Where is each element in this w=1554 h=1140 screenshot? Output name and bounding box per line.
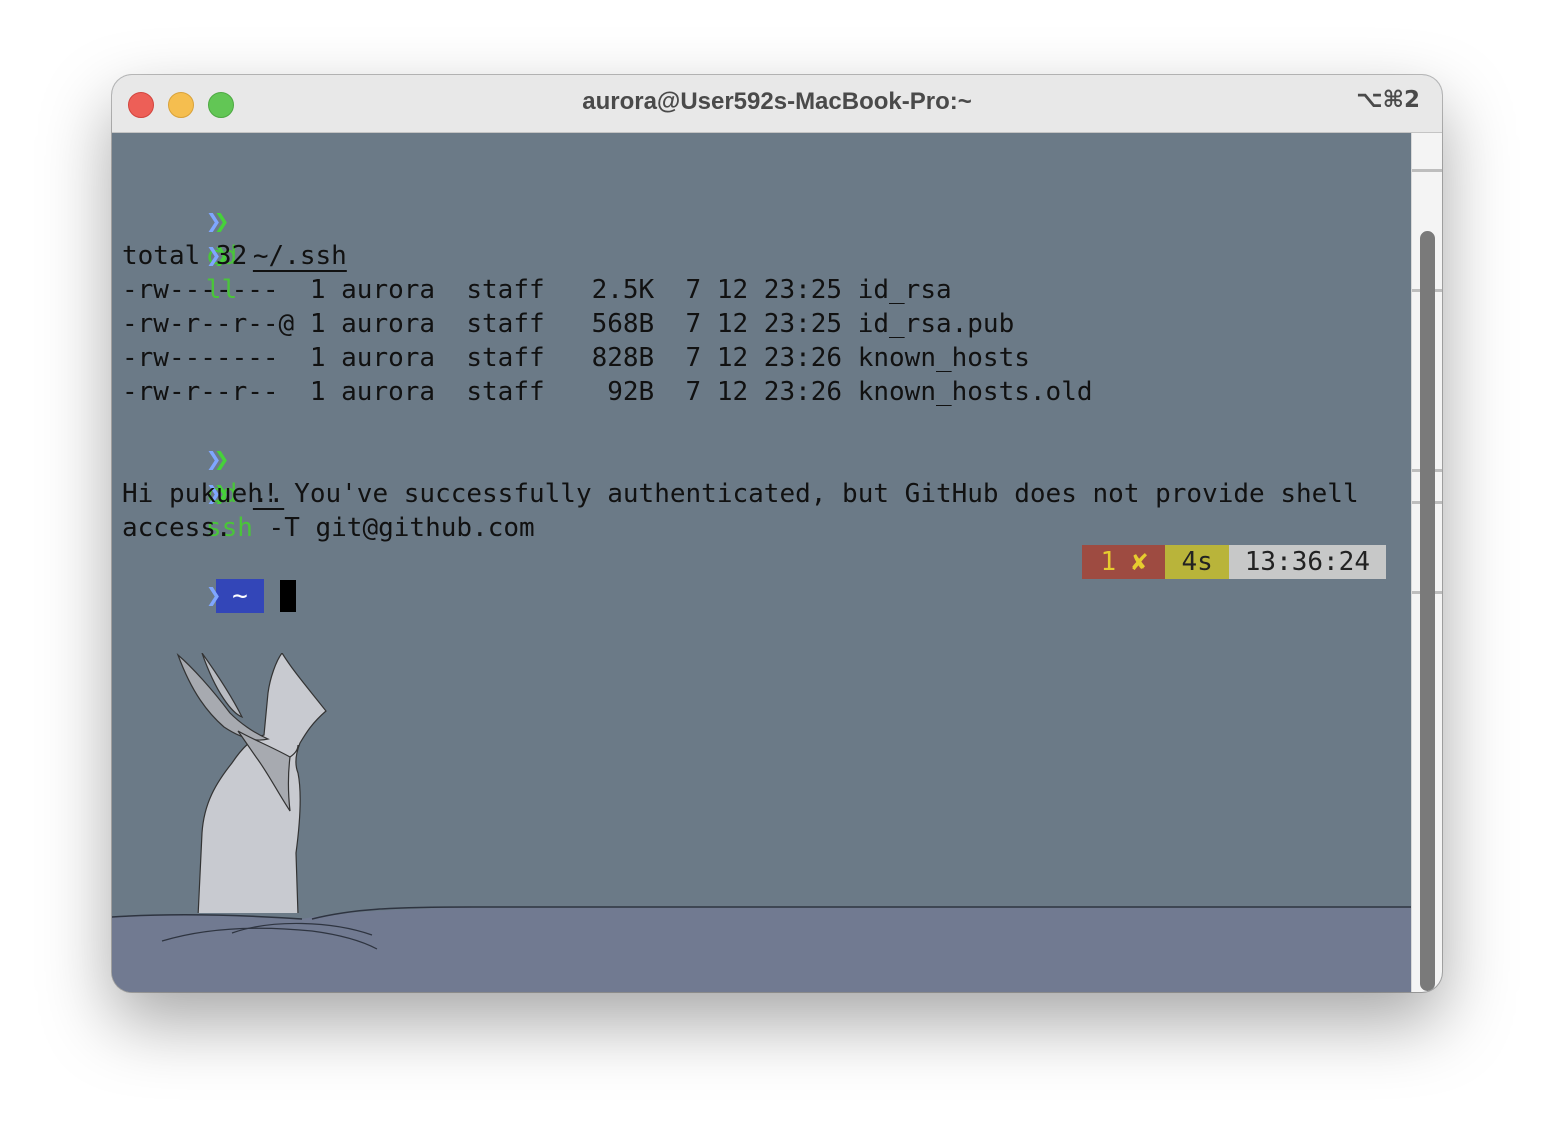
- scroll-mark: [1412, 169, 1442, 172]
- listing-row: -rw-r--r-- 1 aurora staff 92B 7 12 23:26…: [122, 377, 1093, 407]
- listing-row: -rw-r--r--@ 1 aurora staff 568B 7 12 23:…: [122, 309, 1015, 339]
- command-arguments: -T git@github.com: [252, 513, 535, 543]
- prompt-line: ❯ ❯ cd ..: [112, 409, 284, 509]
- duration-segment: 4s: [1165, 545, 1229, 579]
- status-segments: 1 ✘ 4s 13:36:24: [1082, 545, 1386, 579]
- listing-row: -rw------- 1 aurora staff 2.5K 7 12 23:2…: [122, 275, 952, 305]
- output-line: total 32: [122, 241, 248, 271]
- time-segment: 13:36:24: [1228, 545, 1386, 579]
- output-line: Hi pukueh! You've successfully authentic…: [122, 479, 1359, 509]
- terminal-window: aurora@User592s-MacBook-Pro:~ ⌥⌘2 ❯ ❯ cd …: [112, 75, 1442, 992]
- listing-row: -rw------- 1 aurora staff 828B 7 12 23:2…: [122, 343, 1030, 373]
- directory-segment: ~: [215, 579, 264, 613]
- prompt-line: ❯ ❯ cd ~/.ssh: [112, 171, 347, 271]
- title-bar[interactable]: aurora@User592s-MacBook-Pro:~ ⌥⌘2: [112, 75, 1442, 133]
- exit-code-segment: 1 ✘: [1082, 545, 1166, 579]
- cat-illustration: [176, 653, 327, 913]
- text-cursor: [279, 580, 296, 612]
- command-argument: ~/.ssh: [252, 241, 347, 271]
- vertical-scrollbar[interactable]: [1411, 133, 1442, 992]
- prompt-line: ❯ ❯ ll: [112, 205, 237, 305]
- terminal-content[interactable]: ❯ ❯ cd ~/.ssh ❯ ❯ ll total 32 -rw------- 1…: [112, 133, 1412, 992]
- prompt-marker-icon: ❯: [205, 581, 222, 611]
- window-shortcut: ⌥⌘2: [1356, 87, 1420, 113]
- window-title: aurora@User592s-MacBook-Pro:~: [582, 88, 972, 115]
- prompt-line: ❯ ❯ ssh -T git@github.com: [112, 443, 535, 543]
- output-line: access.: [122, 513, 232, 543]
- ground-illustration: [112, 906, 1412, 992]
- current-prompt[interactable]: ❯ ~: [112, 545, 296, 613]
- scrollbar-thumb[interactable]: [1420, 231, 1435, 991]
